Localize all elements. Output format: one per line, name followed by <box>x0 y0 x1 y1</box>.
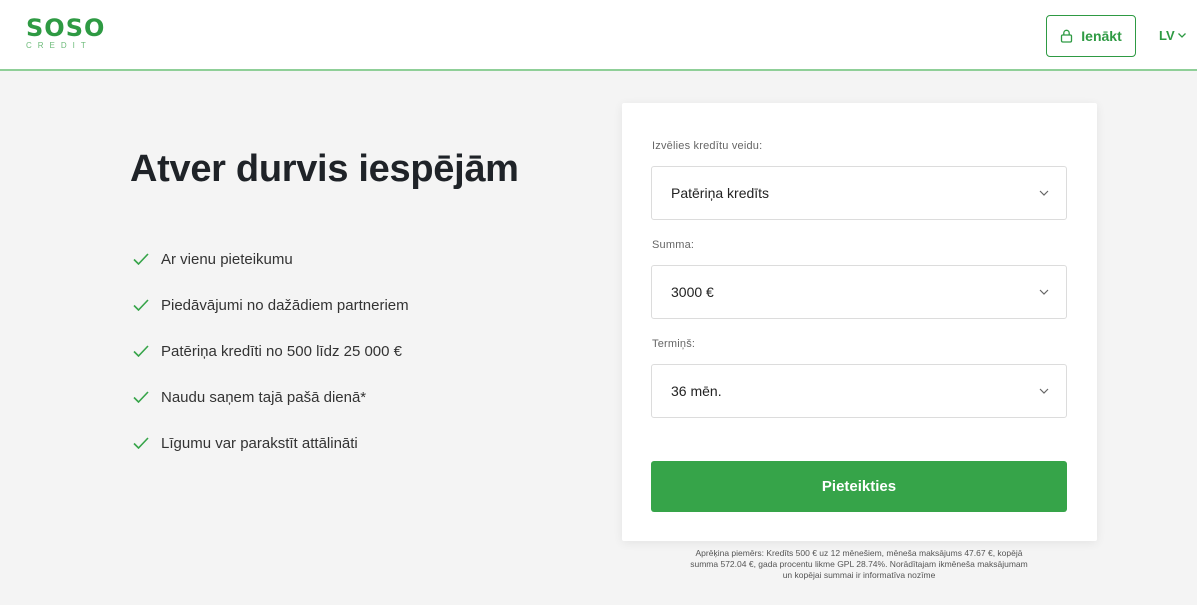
feature-item: Piedāvājumi no dažādiem partneriem <box>133 294 409 316</box>
login-label: Ienākt <box>1081 28 1122 44</box>
term-select[interactable]: 36 mēn. <box>651 364 1067 418</box>
hero-title: Atver durvis iespējām <box>130 148 519 190</box>
amount-label: Summa: <box>652 239 695 251</box>
logo-subtext: CREDIT <box>26 41 92 50</box>
feature-list: Ar vienu pieteikumu Piedāvājumi no dažād… <box>133 248 409 478</box>
checkmark-icon <box>133 391 149 403</box>
term-value: 36 mēn. <box>671 383 722 399</box>
feature-text: Naudu saņem tajā pašā dienā* <box>161 388 367 406</box>
chevron-down-icon <box>1039 289 1049 295</box>
footnote-line: summa 572.04 €, gada procentu likme GPL … <box>690 559 1028 569</box>
apply-button[interactable]: Pieteikties <box>651 461 1067 512</box>
feature-item: Patēriņa kredīti no 500 līdz 25 000 € <box>133 340 409 362</box>
chevron-down-icon <box>1177 33 1186 38</box>
footnote-line: un kopējai summai ir informatīva nozīme <box>782 570 936 580</box>
loan-application-form: Izvēlies kredītu veidu: Patēriņa kredīts… <box>622 103 1097 541</box>
login-button[interactable]: Ienākt <box>1046 15 1136 57</box>
credit-type-select[interactable]: Patēriņa kredīts <box>651 166 1067 220</box>
logo-wordmark: SOSO <box>26 14 106 42</box>
feature-text: Līgumu var parakstīt attālināti <box>161 434 358 452</box>
calculation-example-note: Aprēķina piemērs: Kredīts 500 € uz 12 mē… <box>610 548 1108 581</box>
feature-item: Līgumu var parakstīt attālināti <box>133 432 409 454</box>
feature-item: Ar vienu pieteikumu <box>133 248 409 270</box>
checkmark-icon <box>133 253 149 265</box>
top-header: SOSO CREDIT Ienākt LV <box>0 0 1197 71</box>
amount-select[interactable]: 3000 € <box>651 265 1067 319</box>
chevron-down-icon <box>1039 190 1049 196</box>
feature-text: Ar vienu pieteikumu <box>161 250 293 268</box>
checkmark-icon <box>133 299 149 311</box>
chevron-down-icon <box>1039 388 1049 394</box>
feature-item: Naudu saņem tajā pašā dienā* <box>133 386 409 408</box>
feature-text: Piedāvājumi no dažādiem partneriem <box>161 296 409 314</box>
amount-value: 3000 € <box>671 284 714 300</box>
language-label: LV <box>1159 28 1175 43</box>
lock-icon <box>1061 29 1073 43</box>
checkmark-icon <box>133 437 149 449</box>
checkmark-icon <box>133 345 149 357</box>
language-selector[interactable]: LV <box>1159 28 1186 43</box>
credit-type-label: Izvēlies kredītu veidu: <box>652 140 763 152</box>
soso-credit-logo[interactable]: SOSO CREDIT <box>26 16 116 56</box>
credit-type-value: Patēriņa kredīts <box>671 185 770 201</box>
feature-text: Patēriņa kredīti no 500 līdz 25 000 € <box>161 342 402 360</box>
footnote-line: Aprēķina piemērs: Kredīts 500 € uz 12 mē… <box>695 548 1023 558</box>
term-label: Termiņš: <box>652 338 696 350</box>
